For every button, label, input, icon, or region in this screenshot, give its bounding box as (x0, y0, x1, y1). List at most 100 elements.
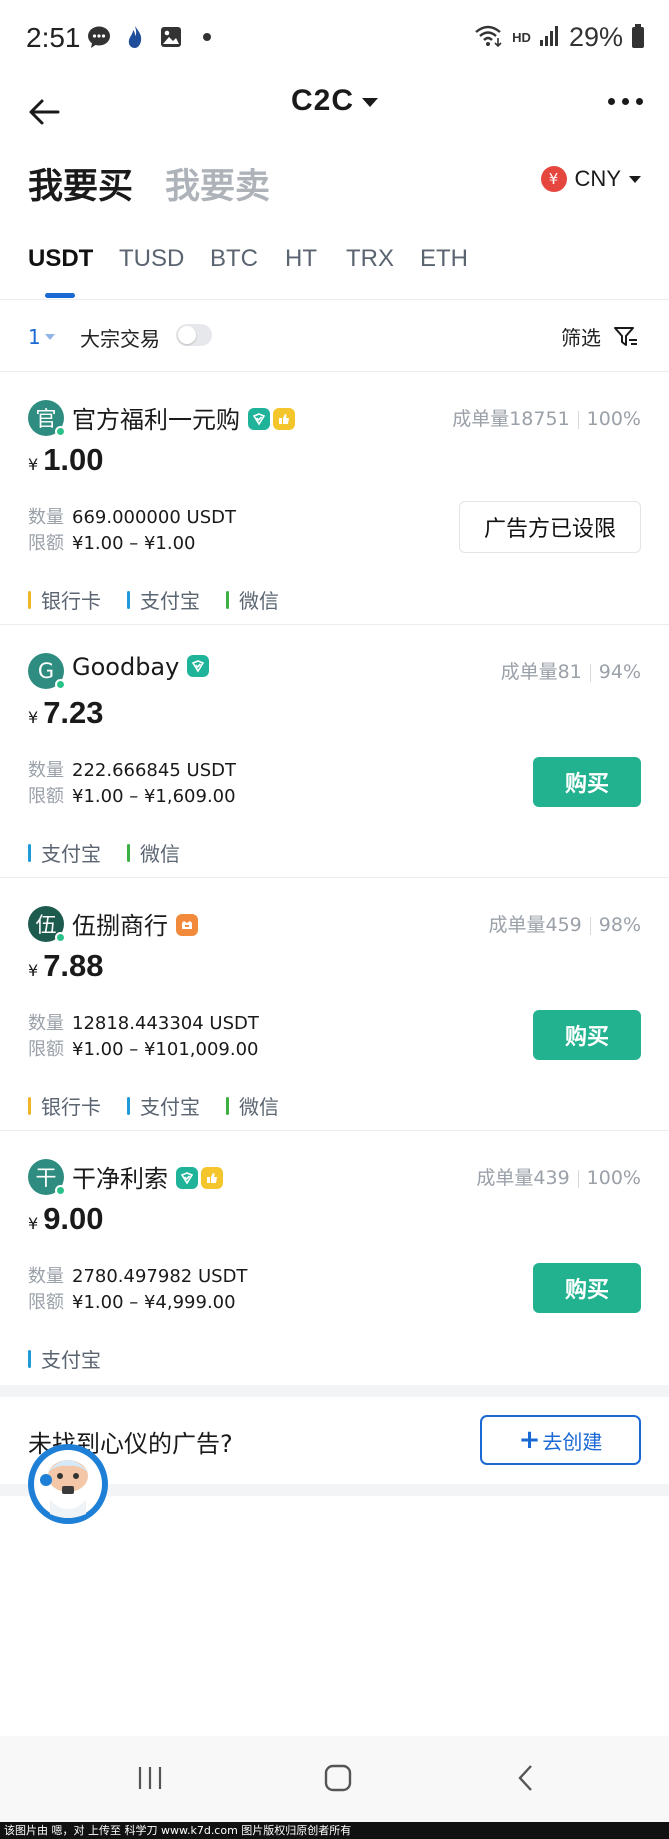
verified-badge-icon (176, 1167, 198, 1189)
page-title: C2C (290, 84, 354, 117)
create-ad-button[interactable]: + 去创建 (480, 1415, 641, 1465)
order-count: 成单量459 (488, 914, 582, 936)
advertiser-name-row[interactable]: 干净利索 (72, 1159, 223, 1194)
quantity-value: 12818.443304 USDT (72, 1013, 259, 1034)
advertiser-name-row[interactable]: 伍捌商行 (72, 906, 198, 941)
currency-label: CNY (574, 166, 621, 191)
advertiser-name: 伍捌商行 (72, 912, 168, 940)
bulk-trade-toggle[interactable] (176, 324, 212, 346)
advertiser-name: 干净利索 (72, 1165, 168, 1193)
ad-card[interactable]: 官官方福利一元购 成单量18751 100% ¥1.00 数量 669.000000 US… (0, 372, 669, 624)
ad-card[interactable]: G Goodbay 成单量81 94% ¥7.23 数量 222.666845 USDT 限额… (0, 625, 669, 877)
advertiser-stats: 成单量459 98% (489, 910, 642, 937)
avatar[interactable]: 干 (28, 1159, 66, 1196)
payment-label: 微信 (239, 1095, 279, 1119)
more-dot (636, 98, 643, 105)
merchant-badge-icon (176, 914, 198, 936)
payment-method: 微信 (226, 1091, 279, 1120)
wifi-icon (474, 24, 504, 52)
quantity-value: 669.000000 USDT (72, 507, 236, 528)
advertiser-badges (176, 914, 198, 936)
active-tab-indicator (45, 293, 75, 298)
battery-icon (631, 23, 645, 53)
recent-apps-button[interactable] (130, 1758, 170, 1798)
tab-ht[interactable]: HT (285, 245, 317, 273)
currency-symbol: ¥ (28, 455, 39, 474)
payment-color-bar (28, 1096, 31, 1115)
tab-trx[interactable]: TRX (346, 245, 394, 273)
avatar-letter: 伍 (35, 913, 57, 937)
coin-tabs: USDT TUSD BTC HT TRX ETH (0, 245, 669, 301)
plus-icon: + (518, 1425, 541, 1455)
battery-percent: 29% (568, 22, 623, 52)
payment-methods: 银行卡 支付宝 微信 (28, 1091, 279, 1120)
tab-btc[interactable]: BTC (210, 245, 258, 273)
payment-color-bar (28, 590, 31, 609)
home-button[interactable] (318, 1758, 358, 1798)
avatar-letter: 官 (35, 407, 57, 431)
more-button[interactable] (608, 98, 643, 105)
limit-row: 限额 ¥1.00 – ¥101,009.00 (28, 1035, 259, 1061)
more-dot (622, 98, 629, 105)
avatar[interactable]: 官 (28, 400, 66, 437)
tab-buy[interactable]: 我要买 (28, 158, 133, 209)
limit-label: 限额 (28, 786, 64, 807)
tab-eth[interactable]: ETH (420, 245, 468, 273)
currency-symbol: ¥ (28, 708, 39, 727)
payment-method: 支付宝 (28, 838, 101, 867)
buy-button[interactable]: 购买 (533, 1263, 641, 1313)
advertiser-name-row[interactable]: Goodbay (72, 653, 210, 681)
page-selector[interactable]: 1 (28, 325, 55, 349)
ad-card[interactable]: 伍伍捌商行 成单量459 98% ¥7.88 数量 12818.443304 USDT 限额… (0, 878, 669, 1130)
currency-selector[interactable]: ¥ CNY (540, 166, 641, 192)
tab-sell[interactable]: 我要卖 (165, 158, 270, 209)
advertiser-limited-button: 广告方已设限 (459, 501, 641, 553)
completion-rate: 100% (586, 1167, 641, 1189)
chat-bubble-icon (86, 24, 112, 50)
advertiser-name-row[interactable]: 官方福利一元购 (72, 400, 295, 435)
limit-value: ¥1.00 – ¥1.00 (72, 533, 196, 554)
payment-label: 支付宝 (140, 589, 200, 613)
payment-label: 银行卡 (41, 589, 101, 613)
payment-method: 微信 (226, 585, 279, 614)
back-icon (518, 1765, 532, 1791)
divider (0, 299, 669, 300)
quantity-row: 数量 12818.443304 USDT (28, 1009, 259, 1035)
tab-usdt[interactable]: USDT (28, 245, 93, 273)
ad-card[interactable]: 干干净利索 成单量439 100% ¥9.00 数量 2780.497982 USDT 限额… (0, 1131, 669, 1383)
completion-rate: 100% (586, 408, 641, 430)
create-ad-label: 去创建 (542, 1429, 603, 1454)
online-indicator (55, 1185, 66, 1196)
unit-price: ¥7.23 (28, 695, 104, 731)
filter-button[interactable]: 筛选 (561, 322, 639, 351)
order-count: 成单量439 (476, 1167, 570, 1189)
status-time: 2:51 (26, 22, 81, 53)
trade-side-tabs: 我要买 我要卖 ¥ CNY (0, 158, 669, 209)
payment-method: 微信 (127, 838, 180, 867)
payment-label: 银行卡 (41, 1095, 101, 1119)
payment-color-bar (28, 1349, 31, 1368)
limit-label: 限额 (28, 1292, 64, 1313)
limit-label: 限额 (28, 533, 64, 554)
market-switcher[interactable]: C2C (0, 84, 669, 118)
mascot-assistant-icon[interactable] (26, 1442, 110, 1526)
avatar[interactable]: G (28, 653, 66, 690)
unit-price: ¥1.00 (28, 442, 104, 478)
quantity-label: 数量 (28, 1013, 64, 1034)
page-number: 1 (28, 325, 41, 349)
unit-price: ¥7.88 (28, 948, 104, 984)
payment-method: 银行卡 (28, 585, 101, 614)
system-back-button[interactable] (506, 1758, 546, 1798)
status-right: HD 29% (474, 22, 645, 53)
limit-row: 限额 ¥1.00 – ¥4,999.00 (28, 1288, 236, 1314)
tab-tusd[interactable]: TUSD (119, 245, 184, 273)
verified-badge-icon (187, 655, 210, 677)
quantity-label: 数量 (28, 507, 64, 528)
buy-button[interactable]: 购买 (533, 757, 641, 807)
status-bar: 2:51 HD 29% (0, 0, 669, 80)
quantity-row: 数量 222.666845 USDT (28, 756, 236, 782)
payment-color-bar (127, 843, 130, 862)
buy-button[interactable]: 购买 (533, 1010, 641, 1060)
avatar[interactable]: 伍 (28, 906, 66, 943)
payment-method: 支付宝 (28, 1344, 101, 1373)
